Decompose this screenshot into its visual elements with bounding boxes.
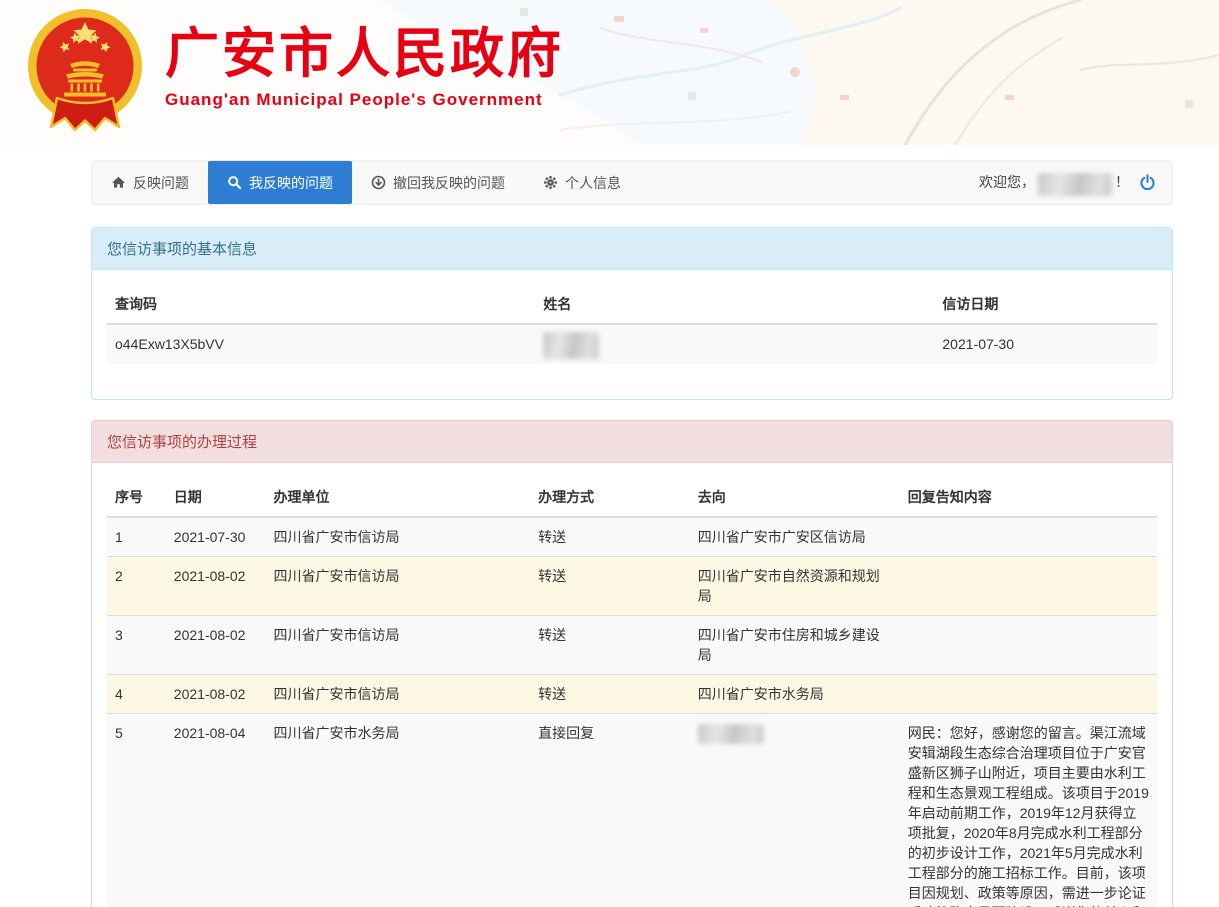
cell-destination: 四川省广安市住房和城乡建设局 — [690, 615, 900, 674]
col-name: 姓名 — [535, 285, 934, 324]
cell-unit: 四川省广安市信访局 — [266, 517, 531, 557]
col-petition-date: 信访日期 — [934, 285, 1157, 324]
redacted-username — [1038, 173, 1112, 196]
col-reply: 回复告知内容 — [900, 478, 1157, 517]
col-seq: 序号 — [107, 478, 166, 517]
nav-item-label: 我反映的问题 — [249, 173, 333, 193]
cell-date: 2021-08-02 — [166, 674, 266, 713]
basic-info-panel: 您信访事项的基本信息 查询码 姓名 信访日期 o44Exw13X5bVV — [91, 227, 1173, 400]
cell-date: 2021-08-04 — [166, 713, 266, 907]
process-table: 序号 日期 办理单位 办理方式 去向 回复告知内容 12021-07-30四川省… — [107, 478, 1157, 907]
welcome-prefix: 欢迎您， — [979, 174, 1035, 190]
process-row: 42021-08-02四川省广安市信访局转送四川省广安市水务局 — [107, 674, 1157, 713]
cell-destination: 四川省广安市广安区信访局 — [690, 517, 900, 557]
nav-item-label: 反映问题 — [133, 173, 189, 193]
process-panel-body: 序号 日期 办理单位 办理方式 去向 回复告知内容 12021-07-30四川省… — [92, 463, 1172, 907]
process-panel-title: 您信访事项的办理过程 — [92, 421, 1172, 463]
nav-item-profile[interactable]: 个人信息 — [524, 161, 640, 204]
brand: 广安市人民政府 Guang'an Municipal People's Gove… — [25, 8, 564, 134]
main-container: 反映问题 我反映的问题 撤回我反映的问题 — [91, 160, 1173, 907]
petition-date-value: 2021-07-30 — [934, 324, 1157, 364]
cell-date: 2021-08-02 — [166, 615, 266, 674]
col-destination: 去向 — [690, 478, 900, 517]
redacted-name — [698, 724, 764, 744]
col-query-code: 查询码 — [107, 285, 535, 324]
cell-reply — [900, 517, 1157, 557]
cell-seq: 4 — [107, 674, 166, 713]
cell-method: 转送 — [530, 556, 690, 615]
cell-destination: 四川省广安市自然资源和规划局 — [690, 556, 900, 615]
welcome-suffix: ！ — [1115, 174, 1129, 190]
cell-unit: 四川省广安市信访局 — [266, 556, 531, 615]
withdraw-circle-icon — [371, 175, 386, 190]
process-table-body: 12021-07-30四川省广安市信访局转送四川省广安市广安区信访局22021-… — [107, 517, 1157, 907]
cell-destination: 四川省广安市水务局 — [690, 674, 900, 713]
national-emblem-logo — [25, 8, 145, 134]
cell-reply — [900, 556, 1157, 615]
cell-date: 2021-07-30 — [166, 517, 266, 557]
basic-info-header-row: 查询码 姓名 信访日期 — [107, 285, 1157, 324]
nav-item-my-issues[interactable]: 我反映的问题 — [208, 161, 352, 204]
cell-destination — [690, 713, 900, 907]
gear-icon — [543, 175, 558, 190]
col-method: 办理方式 — [530, 478, 690, 517]
cell-seq: 5 — [107, 713, 166, 907]
cell-reply — [900, 674, 1157, 713]
nav-item-label: 撤回我反映的问题 — [393, 173, 505, 193]
site-header: 广安市人民政府 Guang'an Municipal People's Gove… — [0, 0, 1219, 145]
home-icon — [111, 175, 126, 190]
redacted-name — [543, 332, 599, 359]
cell-unit: 四川省广安市信访局 — [266, 674, 531, 713]
welcome-area: 欢迎您， ！ — [979, 161, 1172, 204]
cell-method: 转送 — [530, 615, 690, 674]
name-value — [535, 324, 934, 364]
site-title: 广安市人民政府 — [165, 24, 564, 84]
cell-method: 转送 — [530, 517, 690, 557]
cell-reply: 网民：您好，感谢您的留言。渠江流域安辑湖段生态综合治理项目位于广安官盛新区狮子山… — [900, 713, 1157, 907]
nav-item-label: 个人信息 — [565, 173, 621, 193]
process-panel: 您信访事项的办理过程 序号 日期 办理单位 办理方式 去向 — [91, 420, 1173, 907]
basic-info-table: 查询码 姓名 信访日期 o44Exw13X5bVV 2021-07-30 — [107, 285, 1157, 364]
power-icon[interactable] — [1139, 174, 1156, 191]
search-icon — [227, 175, 242, 190]
cell-seq: 3 — [107, 615, 166, 674]
col-unit: 办理单位 — [266, 478, 531, 517]
welcome-text: 欢迎您， ！ — [979, 172, 1129, 193]
brand-text: 广安市人民政府 Guang'an Municipal People's Gove… — [165, 8, 564, 110]
process-row: 52021-08-04四川省广安市水务局直接回复 网民：您好，感谢您的留言。渠江流… — [107, 713, 1157, 907]
cell-method: 转送 — [530, 674, 690, 713]
basic-info-panel-title: 您信访事项的基本信息 — [92, 228, 1172, 270]
query-code-value: o44Exw13X5bVV — [107, 324, 535, 364]
page: 广安市人民政府 Guang'an Municipal People's Gove… — [0, 0, 1219, 907]
col-date: 日期 — [166, 478, 266, 517]
cell-unit: 四川省广安市信访局 — [266, 615, 531, 674]
cell-method: 直接回复 — [530, 713, 690, 907]
process-row: 32021-08-02四川省广安市信访局转送四川省广安市住房和城乡建设局 — [107, 615, 1157, 674]
cell-unit: 四川省广安市水务局 — [266, 713, 531, 907]
nav-item-withdraw[interactable]: 撤回我反映的问题 — [352, 161, 524, 204]
process-row: 12021-07-30四川省广安市信访局转送四川省广安市广安区信访局 — [107, 517, 1157, 557]
basic-info-panel-body: 查询码 姓名 信访日期 o44Exw13X5bVV 2021-07-30 — [92, 270, 1172, 399]
cell-reply — [900, 615, 1157, 674]
nav-item-submit-issue[interactable]: 反映问题 — [92, 161, 208, 204]
site-subtitle: Guang'an Municipal People's Government — [165, 90, 564, 110]
process-row: 22021-08-02四川省广安市信访局转送四川省广安市自然资源和规划局 — [107, 556, 1157, 615]
process-header-row: 序号 日期 办理单位 办理方式 去向 回复告知内容 — [107, 478, 1157, 517]
cell-seq: 1 — [107, 517, 166, 557]
cell-seq: 2 — [107, 556, 166, 615]
cell-date: 2021-08-02 — [166, 556, 266, 615]
navbar: 反映问题 我反映的问题 撤回我反映的问题 — [91, 160, 1173, 205]
basic-info-row: o44Exw13X5bVV 2021-07-30 — [107, 324, 1157, 364]
